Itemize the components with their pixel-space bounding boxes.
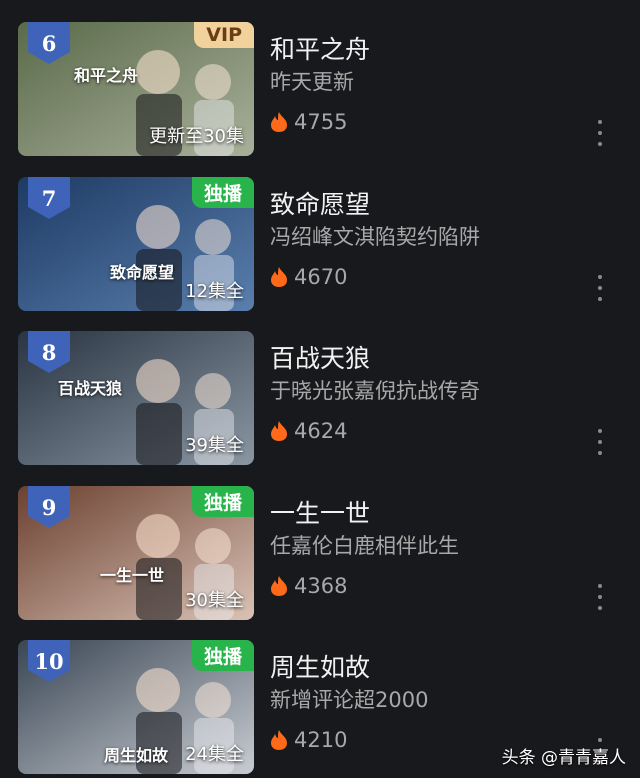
show-title[interactable]: 致命愿望 xyxy=(270,185,370,221)
show-title[interactable]: 和平之舟 xyxy=(270,30,370,66)
episode-count: 更新至30集 xyxy=(149,126,244,147)
rank-badge: 7 xyxy=(28,177,70,219)
exclusive-badge: 独播 xyxy=(191,486,254,517)
poster-thumbnail[interactable]: 9 独播 一生一世 30集全 xyxy=(18,486,254,620)
rank-badge: 6 xyxy=(28,22,70,64)
show-description: 冯绍峰文淇陷契约陷阱 xyxy=(270,225,480,249)
heat-score: 4624 xyxy=(270,419,347,443)
poster-thumbnail[interactable]: 6 VIP 和平之舟 更新至30集 xyxy=(18,22,254,156)
poster-title: 致命愿望 xyxy=(110,263,175,282)
show-description: 昨天更新 xyxy=(270,70,354,94)
poster-thumbnail[interactable]: 8 百战天狼 39集全 xyxy=(18,331,254,465)
heat-score: 4755 xyxy=(270,110,347,134)
exclusive-badge: 独播 xyxy=(191,177,254,208)
rank-badge: 8 xyxy=(28,331,70,373)
episode-count: 30集全 xyxy=(185,590,244,611)
rank-badge: 9 xyxy=(28,486,70,528)
vip-badge: VIP xyxy=(194,22,254,48)
show-title[interactable]: 百战天狼 xyxy=(270,339,370,375)
flame-icon xyxy=(271,112,287,132)
heat-score: 4368 xyxy=(270,574,347,598)
episode-count: 24集全 xyxy=(185,744,244,765)
poster-title: 和平之舟 xyxy=(74,66,139,85)
rank-badge: 10 xyxy=(28,640,70,682)
watermark: 头条 @青青嘉人 xyxy=(501,748,626,768)
list-item[interactable]: 7 独播 致命愿望 12集全 致命愿望 冯绍峰文淇陷契约陷阱 4670 xyxy=(0,177,640,311)
heat-value: 4670 xyxy=(294,265,348,289)
show-description: 于晓光张嘉倪抗战传奇 xyxy=(270,379,480,403)
show-description: 任嘉伦白鹿相伴此生 xyxy=(270,534,459,558)
rank-number: 9 xyxy=(41,494,57,520)
heat-score: 4670 xyxy=(270,265,347,289)
rank-number: 6 xyxy=(41,30,57,56)
flame-icon xyxy=(271,267,287,287)
poster-title: 一生一世 xyxy=(100,566,165,585)
poster-title: 百战天狼 xyxy=(58,379,123,398)
more-options-icon[interactable] xyxy=(592,584,608,610)
more-options-icon[interactable] xyxy=(592,429,608,455)
episode-count: 12集全 xyxy=(185,281,244,302)
more-options-icon[interactable] xyxy=(592,275,608,301)
list-item[interactable]: 8 百战天狼 39集全 百战天狼 于晓光张嘉倪抗战传奇 4624 xyxy=(0,331,640,465)
poster-thumbnail[interactable]: 10 独播 周生如故 24集全 xyxy=(18,640,254,774)
flame-icon xyxy=(271,421,287,441)
poster-title: 周生如故 xyxy=(104,746,169,765)
heat-value: 4755 xyxy=(294,110,348,134)
list-item[interactable]: 6 VIP 和平之舟 更新至30集 和平之舟 昨天更新 4755 xyxy=(0,22,640,156)
heat-value: 4368 xyxy=(294,574,348,598)
episode-count: 39集全 xyxy=(185,435,244,456)
more-options-icon[interactable] xyxy=(592,120,608,146)
list-item[interactable]: 9 独播 一生一世 30集全 一生一世 任嘉伦白鹿相伴此生 4368 xyxy=(0,486,640,620)
exclusive-badge: 独播 xyxy=(191,640,254,671)
heat-score: 4210 xyxy=(270,728,347,752)
flame-icon xyxy=(271,576,287,596)
rank-number: 7 xyxy=(41,185,57,211)
heat-value: 4210 xyxy=(294,728,348,752)
ranking-list: 6 VIP 和平之舟 更新至30集 和平之舟 昨天更新 4755 7 独播 致命… xyxy=(0,0,640,778)
show-title[interactable]: 周生如故 xyxy=(270,648,370,684)
heat-value: 4624 xyxy=(294,419,348,443)
show-description: 新增评论超2000 xyxy=(270,688,429,712)
flame-icon xyxy=(271,730,287,750)
rank-number: 10 xyxy=(34,648,64,674)
rank-number: 8 xyxy=(41,339,57,365)
poster-thumbnail[interactable]: 7 独播 致命愿望 12集全 xyxy=(18,177,254,311)
show-title[interactable]: 一生一世 xyxy=(270,494,370,530)
